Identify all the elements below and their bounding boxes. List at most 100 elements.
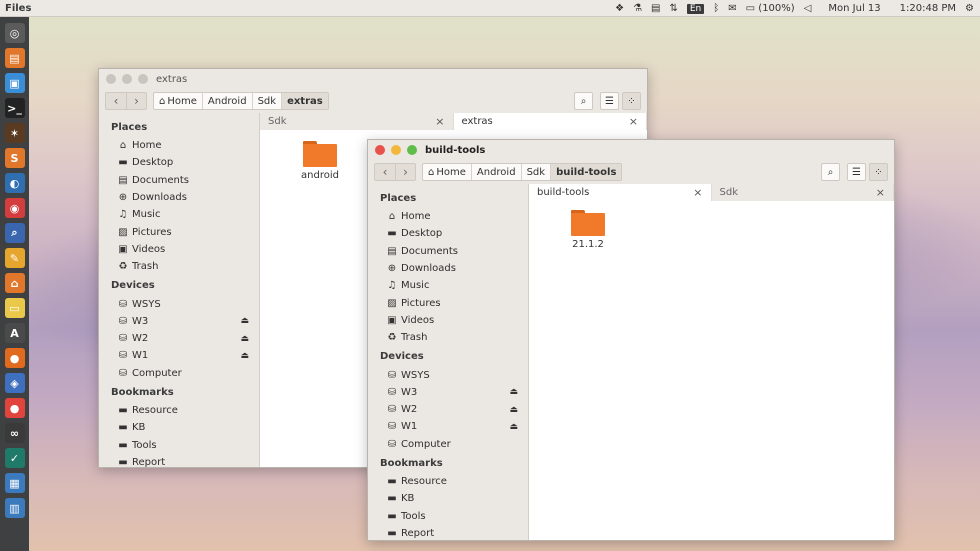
battery-indicator[interactable]: ▭ (100%) xyxy=(746,3,795,14)
sidebar-item-trash[interactable]: ♻ Trash xyxy=(368,329,528,346)
close-icon[interactable]: × xyxy=(435,115,444,128)
forward-button[interactable]: › xyxy=(126,93,146,109)
sidebar-item-videos[interactable]: ▣ Videos xyxy=(368,312,528,329)
sidebar-item-downloads[interactable]: ⊕ Downloads xyxy=(368,260,528,277)
breadcrumb-sdk[interactable]: Sdk xyxy=(251,93,282,109)
clipboard-icon[interactable]: ▤ xyxy=(651,3,660,14)
launcher-brain-icon[interactable]: ◈ xyxy=(4,373,25,393)
launcher-link-icon[interactable]: ∞ xyxy=(4,423,25,443)
flask-icon[interactable]: ⚗ xyxy=(633,3,642,14)
breadcrumb-android[interactable]: Android xyxy=(201,93,252,109)
file-view[interactable]: build-tools × Sdk × 21.1.2 xyxy=(529,184,894,540)
sidebar-item-kb[interactable]: ▬ KB xyxy=(99,419,259,436)
breadcrumb-sdk[interactable]: Sdk xyxy=(520,164,551,180)
tab-extras[interactable]: extras × xyxy=(453,113,647,130)
folder-item[interactable]: android xyxy=(290,141,350,181)
launcher-search-icon[interactable]: ⌕ xyxy=(4,223,25,243)
eject-icon[interactable]: ⏏ xyxy=(240,334,249,344)
breadcrumb-home[interactable]: ⌂ Home xyxy=(154,93,202,109)
network-transfer-icon[interactable]: ⇅ xyxy=(669,3,677,14)
close-icon[interactable]: × xyxy=(876,186,885,199)
launcher-eye-icon[interactable]: ◉ xyxy=(4,198,25,218)
sidebar-item-videos[interactable]: ▣ Videos xyxy=(99,241,259,258)
launcher-record-icon[interactable]: ● xyxy=(4,398,25,418)
sidebar-item-pictures[interactable]: ▨ Pictures xyxy=(99,223,259,240)
tab-sdk[interactable]: Sdk × xyxy=(712,184,894,201)
sidebar-item-pictures[interactable]: ▨ Pictures xyxy=(368,294,528,311)
launcher-window-icon[interactable]: ▣ xyxy=(4,73,25,93)
gear-icon[interactable]: ⚙ xyxy=(965,3,974,14)
launcher-printer-icon[interactable]: ▥ xyxy=(4,498,25,518)
launcher-robot-icon[interactable]: ▦ xyxy=(4,473,25,493)
volume-icon[interactable]: ◁ xyxy=(804,3,812,14)
close-icon[interactable]: × xyxy=(629,115,638,128)
active-app-name[interactable]: Files xyxy=(0,3,31,14)
sidebar-item-report[interactable]: ▬ Report xyxy=(368,525,528,540)
sidebar-item-documents[interactable]: ▤ Documents xyxy=(368,243,528,260)
grid-view-button[interactable]: ⁘ xyxy=(622,92,641,110)
bluetooth-icon[interactable]: ᛒ xyxy=(713,3,719,14)
sidebar-item-w3[interactable]: ⛁ W3 ⏏ xyxy=(99,313,259,330)
back-button[interactable]: ‹ xyxy=(375,164,395,180)
launcher-paint-icon[interactable]: ✎ xyxy=(4,248,25,268)
close-button[interactable] xyxy=(375,145,385,155)
eject-icon[interactable]: ⏏ xyxy=(240,351,249,361)
back-button[interactable]: ‹ xyxy=(106,93,126,109)
launcher-terminal-icon[interactable]: >_ xyxy=(4,98,25,118)
sidebar-item-tools[interactable]: ▬ Tools xyxy=(368,507,528,524)
maximize-button[interactable] xyxy=(138,74,148,84)
launcher-sublime-icon[interactable]: S xyxy=(4,148,25,168)
breadcrumb-android[interactable]: Android xyxy=(470,164,521,180)
launcher-globe-icon[interactable]: ◐ xyxy=(4,173,25,193)
close-button[interactable] xyxy=(106,74,116,84)
sidebar-item-wsys[interactable]: ⛁ WSYS xyxy=(368,366,528,383)
sidebar-item-desktop[interactable]: ▬ Desktop xyxy=(99,154,259,171)
sidebar-item-w2[interactable]: ⛁ W2 ⏏ xyxy=(99,330,259,347)
window-titlebar[interactable]: extras xyxy=(99,69,647,89)
breadcrumb-build-tools[interactable]: build-tools xyxy=(550,164,622,180)
sidebar-item-home[interactable]: ⌂ Home xyxy=(368,208,528,225)
sidebar-item-documents[interactable]: ▤ Documents xyxy=(99,172,259,189)
sidebar-item-computer[interactable]: ⛁ Computer xyxy=(99,365,259,382)
launcher-software-icon[interactable]: A xyxy=(4,323,25,343)
sidebar-item-resource[interactable]: ▬ Resource xyxy=(368,473,528,490)
folder-item[interactable]: 21.1.2 xyxy=(558,210,618,250)
launcher-firefox-icon[interactable]: ● xyxy=(4,348,25,368)
launcher-disc-icon[interactable]: ◎ xyxy=(4,23,25,43)
mail-icon[interactable]: ✉ xyxy=(728,3,736,14)
launcher-files-icon[interactable]: ▤ xyxy=(4,48,25,68)
eject-icon[interactable]: ⏏ xyxy=(240,316,249,326)
sidebar-item-music[interactable]: ♫ Music xyxy=(99,206,259,223)
sidebar-item-w1[interactable]: ⛁ W1 ⏏ xyxy=(99,347,259,364)
tab-build-tools[interactable]: build-tools × xyxy=(529,184,712,201)
maximize-button[interactable] xyxy=(407,145,417,155)
sidebar-item-desktop[interactable]: ▬ Desktop xyxy=(368,225,528,242)
dropbox-icon[interactable]: ❖ xyxy=(615,3,624,14)
sidebar-item-trash[interactable]: ♻ Trash xyxy=(99,258,259,275)
launcher-star-icon[interactable]: ✶ xyxy=(4,123,25,143)
breadcrumb-extras[interactable]: extras xyxy=(281,93,328,109)
sidebar-item-tools[interactable]: ▬ Tools xyxy=(99,436,259,453)
sidebar-item-wsys[interactable]: ⛁ WSYS xyxy=(99,295,259,312)
list-view-button[interactable]: ☰ xyxy=(600,92,619,110)
sidebar-item-w3[interactable]: ⛁ W3 ⏏ xyxy=(368,384,528,401)
breadcrumb-home[interactable]: ⌂ Home xyxy=(423,164,471,180)
sidebar-item-kb[interactable]: ▬ KB xyxy=(368,490,528,507)
grid-view-button[interactable]: ⁘ xyxy=(869,163,888,181)
sidebar-item-home[interactable]: ⌂ Home xyxy=(99,137,259,154)
eject-icon[interactable]: ⏏ xyxy=(509,387,518,397)
search-button[interactable]: ⌕ xyxy=(574,92,593,110)
sidebar-item-music[interactable]: ♫ Music xyxy=(368,277,528,294)
sidebar-item-w2[interactable]: ⛁ W2 ⏏ xyxy=(368,401,528,418)
eject-icon[interactable]: ⏏ xyxy=(509,422,518,432)
launcher-notes-icon[interactable]: ▭ xyxy=(4,298,25,318)
window-titlebar[interactable]: build-tools xyxy=(368,140,894,160)
clock-label[interactable]: 1:20:48 PM xyxy=(900,3,956,14)
launcher-check-icon[interactable]: ✓ xyxy=(4,448,25,468)
file-manager-window-build-tools[interactable]: build-tools ‹ › ⌂ Home Android Sdk build-… xyxy=(367,139,895,541)
forward-button[interactable]: › xyxy=(395,164,415,180)
tab-sdk[interactable]: Sdk × xyxy=(260,113,454,130)
minimize-button[interactable] xyxy=(391,145,401,155)
eject-icon[interactable]: ⏏ xyxy=(509,405,518,415)
keyboard-layout-indicator[interactable]: En xyxy=(686,3,705,14)
